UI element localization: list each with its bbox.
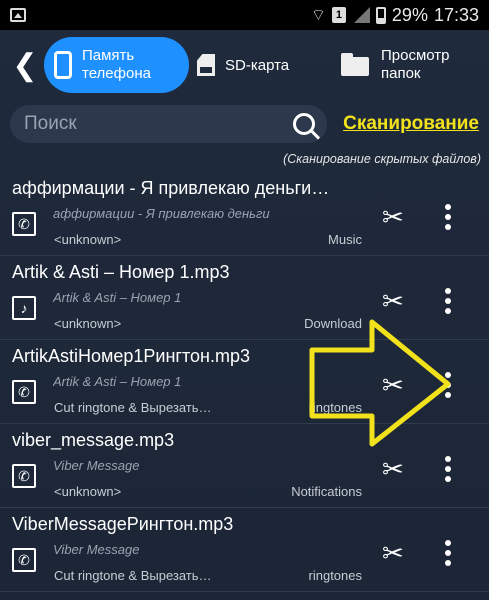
tab-phone-memory[interactable]: Память телефона xyxy=(44,37,189,93)
item-title: Artik & Asti – Номер 1.mp3 xyxy=(12,262,230,282)
phone-icon: ✆ xyxy=(12,212,36,236)
folder-icon xyxy=(341,53,371,77)
item-folder: Notifications xyxy=(291,484,362,499)
item-album: <unknown> xyxy=(54,316,122,331)
more-options-icon[interactable] xyxy=(444,288,452,314)
list-item[interactable]: ArtikAstiНомер1Рингтон.mp3 ✆ Artik & Ast… xyxy=(0,340,489,424)
tab-label: SD-карта xyxy=(225,56,290,74)
scissors-icon[interactable]: ✂ xyxy=(382,454,404,485)
storage-tabs: ❮ Память телефона SD-карта Просмотр папо… xyxy=(0,30,489,100)
clock: 17:33 xyxy=(433,4,479,25)
scan-note: (Сканирование скрытых файлов) xyxy=(283,152,481,166)
tab-sd-card[interactable]: SD-карта xyxy=(197,54,327,76)
item-subtitle: Artik & Asti – Номер 1 xyxy=(53,374,182,389)
tab-label: Просмотр папок xyxy=(381,47,450,82)
item-folder: ringtones xyxy=(308,568,362,583)
item-subtitle: аффирмации - Я привлекаю деньги xyxy=(53,206,270,221)
back-button[interactable]: ❮ xyxy=(8,48,42,83)
chevron-left-icon: ❮ xyxy=(12,48,38,82)
search-row: Сканирование xyxy=(0,104,489,144)
item-album: Cut ringtone & Вырезать… xyxy=(54,400,212,415)
item-folder: ringtones xyxy=(308,400,362,415)
item-album: Cut ringtone & Вырезать… xyxy=(54,568,212,583)
scan-link[interactable]: Сканирование xyxy=(343,113,479,135)
battery-percent: 29% xyxy=(391,4,428,25)
search-icon[interactable] xyxy=(293,113,316,135)
item-title: ViberMessageРингтон.mp3 xyxy=(12,514,234,534)
list-item[interactable]: аффирмации - Я привлекаю деньги… ✆ аффир… xyxy=(0,172,489,256)
item-subtitle: Artik & Asti – Номер 1 xyxy=(53,290,182,305)
phone-icon: ✆ xyxy=(12,548,36,572)
tab-browse-folders[interactable]: Просмотр папок xyxy=(341,47,461,83)
scissors-icon[interactable]: ✂ xyxy=(382,370,404,401)
search-input[interactable] xyxy=(24,113,294,135)
scissors-icon[interactable]: ✂ xyxy=(382,286,404,317)
image-notification-icon xyxy=(10,8,26,22)
more-options-icon[interactable] xyxy=(444,372,452,398)
wifi-icon: ⌔ xyxy=(310,7,326,24)
phone-icon: ✆ xyxy=(12,380,36,404)
search-box xyxy=(10,105,328,143)
item-subtitle: Viber Message xyxy=(53,458,140,473)
item-folder: Download xyxy=(304,316,362,331)
music-note-icon: ♪ xyxy=(12,296,36,320)
more-options-icon[interactable] xyxy=(444,456,452,482)
more-options-icon[interactable] xyxy=(444,204,452,230)
phone-icon: ✆ xyxy=(12,464,36,488)
item-album: <unknown> xyxy=(54,484,122,499)
list-item[interactable]: ViberMessageРингтон.mp3 ✆ Viber Message … xyxy=(0,508,489,592)
tab-label: Память телефона xyxy=(82,47,151,82)
item-title: ArtikAstiНомер1Рингтон.mp3 xyxy=(12,346,250,366)
item-subtitle: Viber Message xyxy=(53,542,140,557)
battery-icon xyxy=(375,6,386,24)
item-folder: Music xyxy=(328,232,362,247)
item-title: viber_message.mp3 xyxy=(12,430,175,450)
sim-badge: 1 xyxy=(331,7,346,23)
more-options-icon[interactable] xyxy=(444,540,452,566)
signal-icon xyxy=(352,7,370,23)
item-album: <unknown> xyxy=(54,232,122,247)
list-item[interactable]: viber_message.mp3 ✆ Viber Message <unkno… xyxy=(0,424,489,508)
file-list: аффирмации - Я привлекаю деньги… ✆ аффир… xyxy=(0,172,489,592)
status-bar: ⌔ 1 29% 17:33 xyxy=(0,0,489,30)
scissors-icon[interactable]: ✂ xyxy=(382,538,404,569)
item-title: аффирмации - Я привлекаю деньги… xyxy=(12,178,330,198)
phone-icon xyxy=(54,51,72,79)
list-item[interactable]: Artik & Asti – Номер 1.mp3 ♪ Artik & Ast… xyxy=(0,256,489,340)
scissors-icon[interactable]: ✂ xyxy=(382,202,404,233)
sd-card-icon xyxy=(197,54,215,76)
